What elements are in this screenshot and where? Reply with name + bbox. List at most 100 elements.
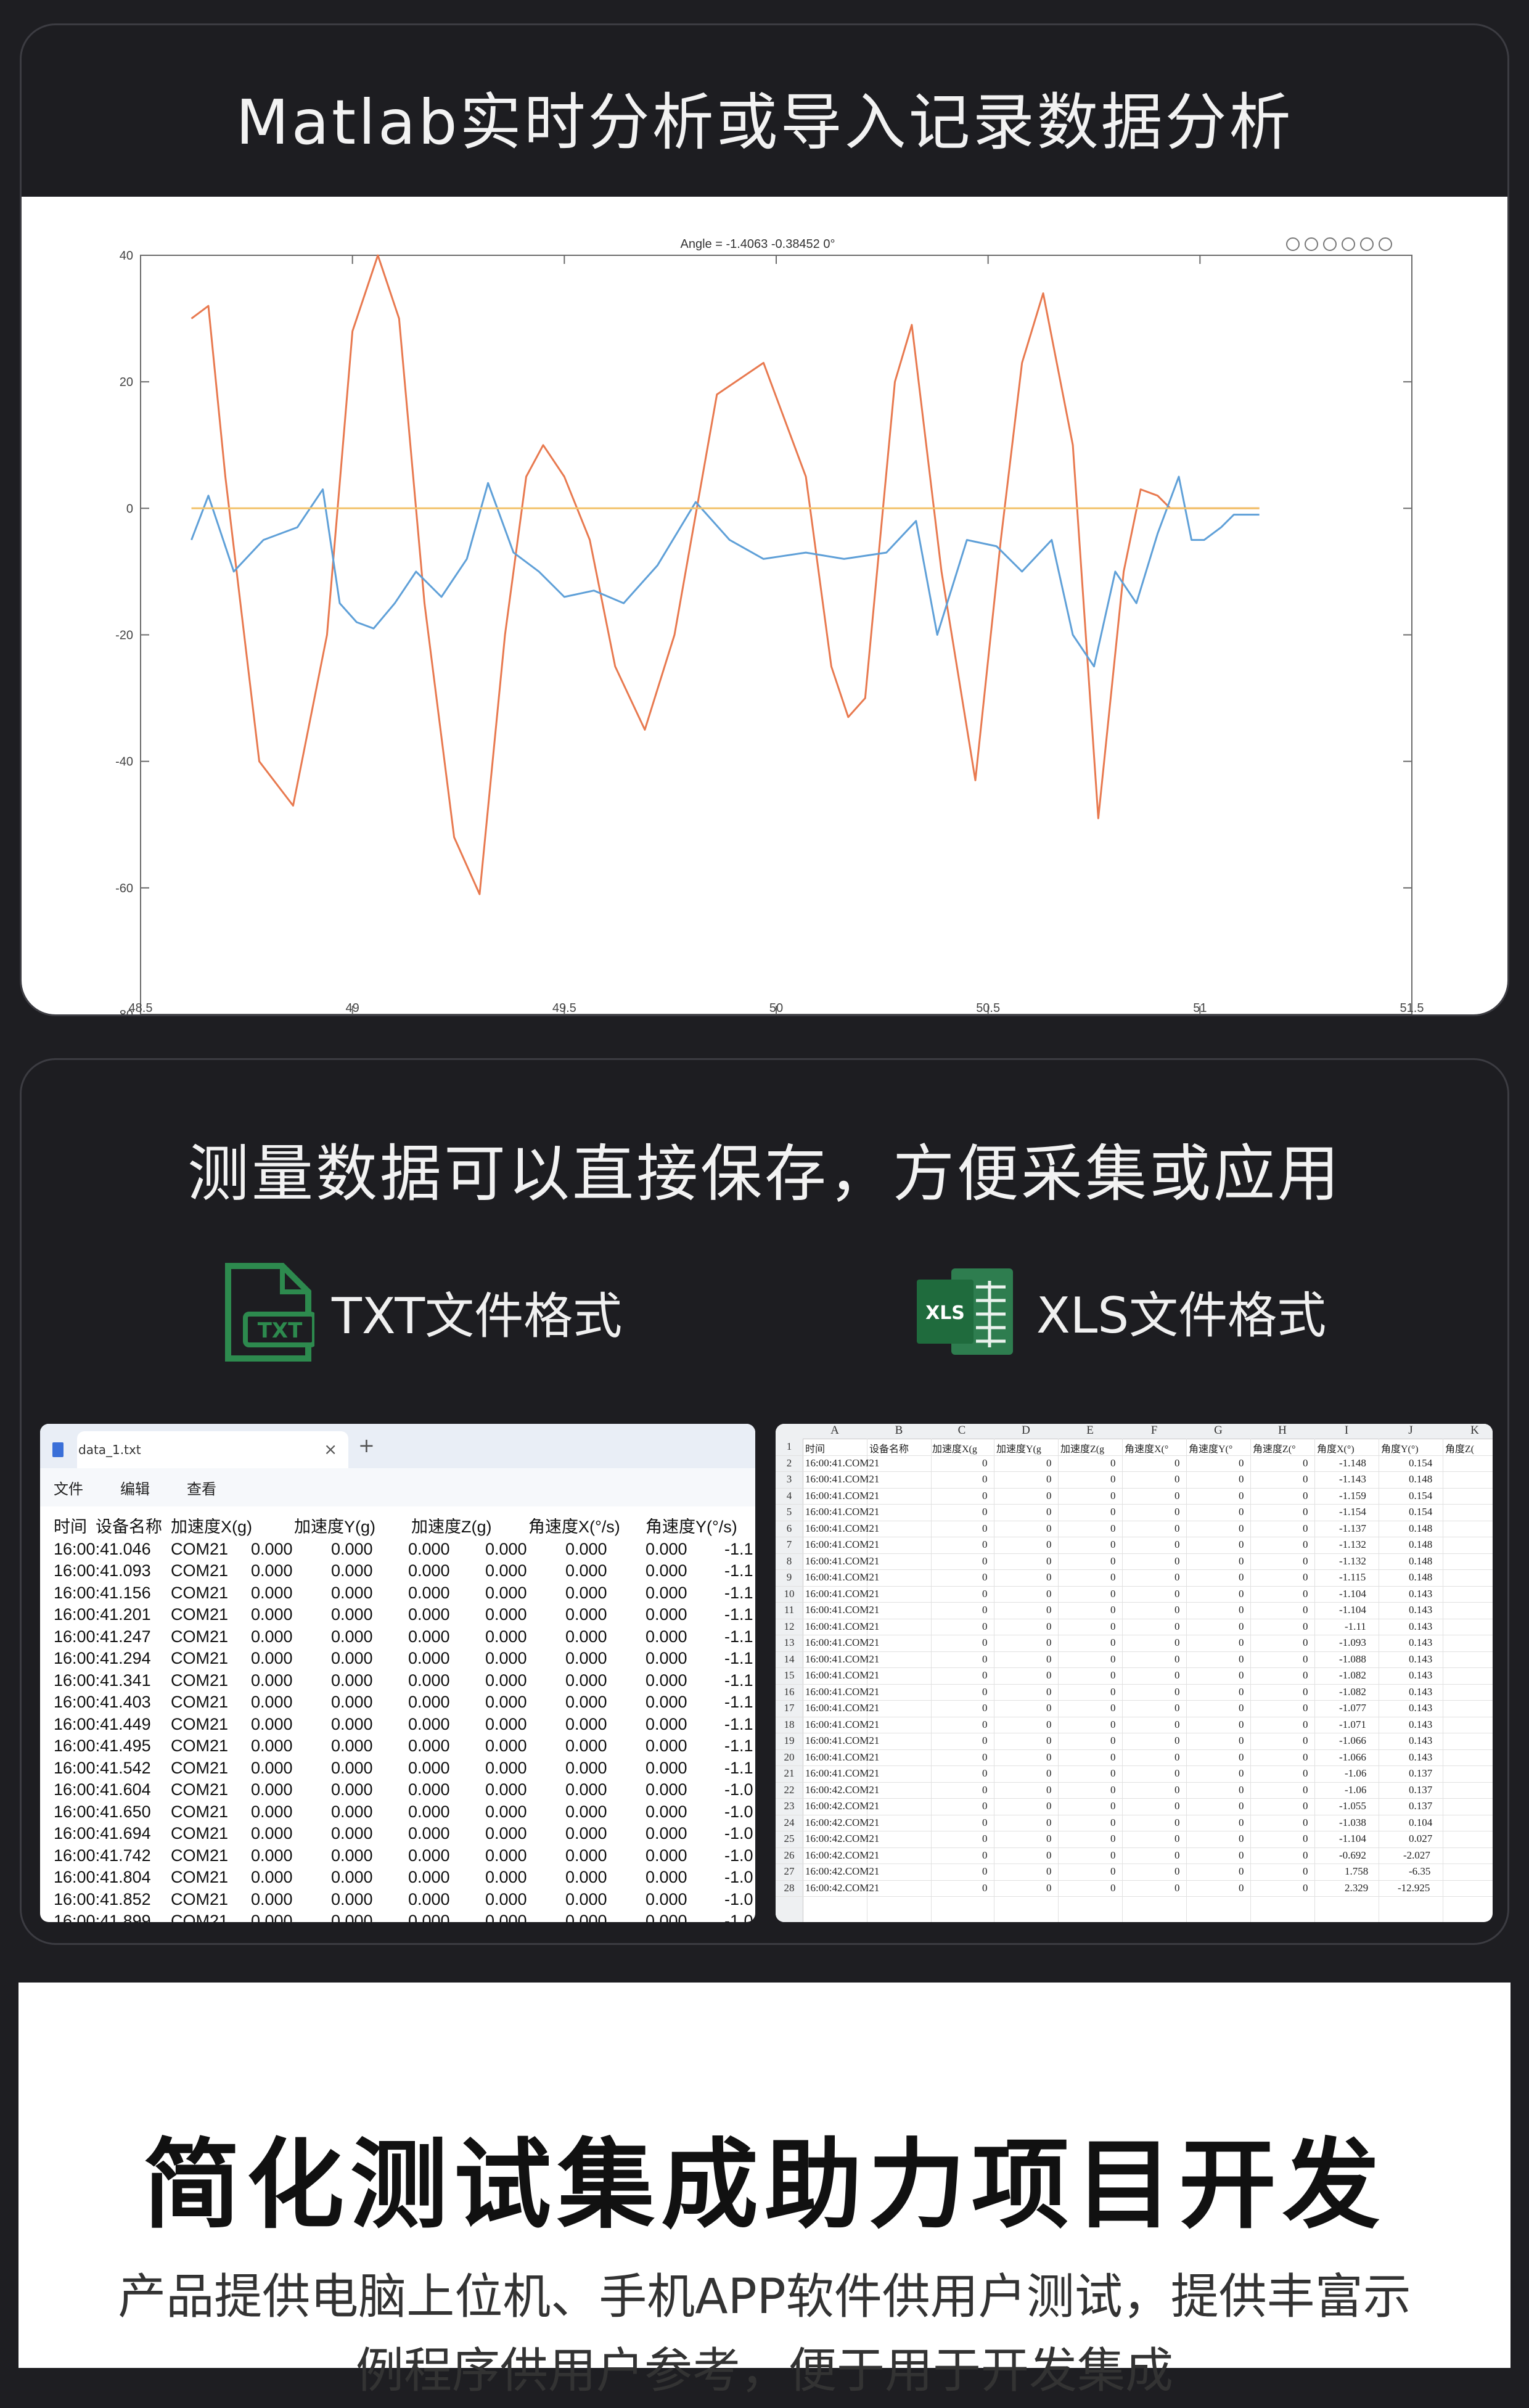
spreadsheet-cell: 0	[1174, 1489, 1180, 1502]
column-header[interactable]: H	[1250, 1424, 1314, 1437]
column-header[interactable]: A	[803, 1424, 867, 1437]
spreadsheet-row[interactable]: 25 16:00:42.COM21 0 0 0 0 0 0 -1.104 0.027	[776, 1831, 1493, 1848]
spreadsheet-cell: 0	[1110, 1783, 1116, 1796]
column-header[interactable]: F	[1122, 1424, 1186, 1437]
spreadsheet-row[interactable]: 8 16:00:41.COM21 0 0 0 0 0 0 -1.132 0.148	[776, 1553, 1493, 1570]
spreadsheet-row[interactable]: 17 16:00:41.COM21 0 0 0 0 0 0 -1.077 0.143	[776, 1700, 1493, 1717]
close-tab-icon[interactable]: ×	[324, 1440, 337, 1459]
notepad-cell: 16:00:41.294	[54, 1649, 151, 1667]
spreadsheet-cell: 16:00:42.COM21	[805, 1833, 880, 1844]
notepad-data-row: 16:00:41.495 COM21 0.000 0.000 0.000 0.000 0.0…	[54, 1735, 755, 1757]
spreadsheet-grid[interactable]: A B C D E F G H I J K 1 时间 设备名称 加速度X(g 加速度Y(g 加速度Z(g 角速度X…	[776, 1424, 1493, 1922]
notepad-cell: 0.000	[646, 1802, 687, 1821]
column-header[interactable]: C	[930, 1424, 994, 1437]
spreadsheet-cell: 0	[982, 1751, 988, 1763]
spreadsheet-row[interactable]: 24 16:00:42.COM21 0 0 0 0 0 0 -1.038 0.104	[776, 1815, 1493, 1831]
spreadsheet-cell: 0	[1174, 1669, 1180, 1681]
column-header[interactable]: J	[1379, 1424, 1443, 1437]
spreadsheet-row[interactable]: 21 16:00:41.COM21 0 0 0 0 0 0 -1.06 0.137	[776, 1765, 1493, 1783]
notepad-cell: COM21	[171, 1714, 229, 1733]
notepad-tab[interactable]: data_1.txt ×	[52, 1431, 348, 1468]
spreadsheet-row[interactable]: 2 16:00:41.COM21 0 0 0 0 0 0 -1.148 0.154	[776, 1455, 1493, 1472]
spreadsheet-cell: 0	[1174, 1783, 1180, 1796]
notepad-text[interactable]: 时间 设备名称 加速度X(g) 加速度Y(g) 加速度Z(g) 角速度X(°/s) 角速度Y…	[54, 1516, 755, 1922]
column-header[interactable]: B	[867, 1424, 931, 1437]
notepad-cell: COM21	[171, 1868, 229, 1886]
spreadsheet-row[interactable]: 18 16:00:41.COM21 0 0 0 0 0 0 -1.071 0.143	[776, 1717, 1493, 1733]
column-header[interactable]: G	[1186, 1424, 1250, 1437]
spreadsheet-cell: 0	[1303, 1767, 1308, 1779]
spreadsheet-row[interactable]: 14 16:00:41.COM21 0 0 0 0 0 0 -1.088 0.143	[776, 1651, 1493, 1668]
spreadsheet-cell: 0	[1174, 1718, 1180, 1730]
spreadsheet-row[interactable]: 23 16:00:42.COM21 0 0 0 0 0 0 -1.055 0.137	[776, 1798, 1493, 1815]
spreadsheet-cell: 0.143	[1409, 1669, 1433, 1681]
spreadsheet-row[interactable]: 9 16:00:41.COM21 0 0 0 0 0 0 -1.115 0.148	[776, 1569, 1493, 1587]
spreadsheet-row[interactable]: 11 16:00:41.COM21 0 0 0 0 0 0 -1.104 0.143	[776, 1602, 1493, 1619]
spreadsheet-row[interactable]: 1 时间 设备名称 加速度X(g 加速度Y(g 加速度Z(g 角速度X(° 角速度Y(° 角速度…	[776, 1439, 1493, 1456]
spreadsheet-cell: 16:00:41.COM21	[805, 1539, 880, 1550]
menu-view[interactable]: 查看	[187, 1477, 216, 1498]
notepad-cell: 0.000	[408, 1758, 450, 1777]
spreadsheet-cell: 16:00:42.COM21	[805, 1881, 880, 1894]
column-header[interactable]: E	[1058, 1424, 1122, 1437]
spreadsheet-row[interactable]: 26 16:00:42.COM21 0 0 0 0 0 0 -0.692 -2.027	[776, 1847, 1493, 1864]
spreadsheet-row[interactable]: 12 16:00:41.COM21 0 0 0 0 0 0 -1.11 0.143	[776, 1619, 1493, 1635]
row-number: 20	[784, 1751, 795, 1763]
menu-file[interactable]: 文件	[54, 1477, 83, 1498]
spreadsheet-cell: 0	[1046, 1669, 1052, 1681]
spreadsheet-cell: 0	[1239, 1865, 1244, 1877]
spreadsheet-row[interactable]: 7 16:00:41.COM21 0 0 0 0 0 0 -1.132 0.148	[776, 1537, 1493, 1554]
spreadsheet-cell: 0	[1046, 1587, 1052, 1600]
spreadsheet-cell: 加速度Y(g	[996, 1444, 1041, 1455]
spreadsheet-cell: 0.143	[1409, 1637, 1433, 1648]
notepad-cell: 0.000	[408, 1605, 450, 1624]
row-number: 18	[784, 1718, 795, 1730]
row-number: 9	[786, 1571, 792, 1583]
series-orange-line	[191, 254, 1260, 895]
spreadsheet-cell: 0.154	[1409, 1506, 1433, 1518]
spreadsheet-row[interactable]: 20 16:00:41.COM21 0 0 0 0 0 0 -1.066 0.143	[776, 1749, 1493, 1766]
spreadsheet-cell: 0	[982, 1457, 988, 1469]
column-header[interactable]: I	[1314, 1424, 1379, 1437]
spreadsheet-cell: 角速度X(°	[1125, 1444, 1169, 1455]
spreadsheet-row[interactable]: 28 16:00:42.COM21 0 0 0 0 0 0 2.329 -12.925	[776, 1880, 1493, 1897]
spreadsheet-row[interactable]: 16 16:00:41.COM21 0 0 0 0 0 0 -1.082 0.143	[776, 1684, 1493, 1701]
spreadsheet-row[interactable]: 6 16:00:41.COM21 0 0 0 0 0 0 -1.137 0.148	[776, 1521, 1493, 1537]
spreadsheet-row[interactable]: 15 16:00:41.COM21 0 0 0 0 0 0 -1.082 0.143	[776, 1667, 1493, 1685]
spreadsheet-row[interactable]: 13 16:00:41.COM21 0 0 0 0 0 0 -1.093 0.143	[776, 1635, 1493, 1652]
spreadsheet-row[interactable]: 3 16:00:41.COM21 0 0 0 0 0 0 -1.143 0.148	[776, 1471, 1493, 1489]
spreadsheet-cell: 0.143	[1409, 1751, 1433, 1763]
spreadsheet-cell: 0	[1110, 1522, 1116, 1534]
new-tab-icon[interactable]: +	[358, 1434, 375, 1457]
notepad-cell: 0.000	[646, 1627, 687, 1646]
menu-edit[interactable]: 编辑	[120, 1477, 150, 1498]
spreadsheet-cell: 0	[1046, 1865, 1052, 1877]
spreadsheet-cell: 0.137	[1409, 1767, 1433, 1779]
spreadsheet-row[interactable]: 10 16:00:41.COM21 0 0 0 0 0 0 -1.104 0.143	[776, 1586, 1493, 1603]
row-number: 8	[786, 1555, 792, 1567]
spreadsheet-cell: 0	[1174, 1735, 1180, 1746]
spreadsheet-cell: 0.154	[1409, 1489, 1433, 1502]
spreadsheet-cell: 0	[1110, 1604, 1116, 1616]
column-header[interactable]: D	[994, 1424, 1058, 1437]
spreadsheet-cell: 0	[1303, 1881, 1308, 1894]
column-header[interactable]: K	[1443, 1424, 1493, 1437]
spreadsheet-cell: 0	[982, 1816, 988, 1828]
spreadsheet-cell: 0	[1303, 1702, 1308, 1714]
spreadsheet-row[interactable]: 27 16:00:42.COM21 0 0 0 0 0 0 1.758 -6.35	[776, 1864, 1493, 1881]
spreadsheet-cell: 0	[1046, 1539, 1052, 1550]
notepad-cell: 0.000	[251, 1824, 293, 1843]
notepad-cell: 0.000	[646, 1868, 687, 1886]
notepad-cell: 0.000	[565, 1802, 607, 1821]
spreadsheet-cell: 0	[1174, 1555, 1180, 1567]
spreadsheet-cell: 0	[1046, 1571, 1052, 1583]
notepad-cell: 0.000	[331, 1912, 373, 1922]
notepad-cell: 0.000	[408, 1539, 450, 1558]
spreadsheet-row[interactable]: 19 16:00:41.COM21 0 0 0 0 0 0 -1.066 0.143	[776, 1733, 1493, 1750]
spreadsheet-row[interactable]: 5 16:00:41.COM21 0 0 0 0 0 0 -1.154 0.154	[776, 1504, 1493, 1521]
spreadsheet-cell: 0	[1239, 1539, 1244, 1550]
spreadsheet-cell: 0.154	[1409, 1457, 1433, 1469]
spreadsheet-row[interactable]: 22 16:00:42.COM21 0 0 0 0 0 0 -1.06 0.137	[776, 1782, 1493, 1799]
spreadsheet-cell: 时间	[805, 1444, 826, 1455]
spreadsheet-row[interactable]: 4 16:00:41.COM21 0 0 0 0 0 0 -1.159 0.154	[776, 1488, 1493, 1505]
